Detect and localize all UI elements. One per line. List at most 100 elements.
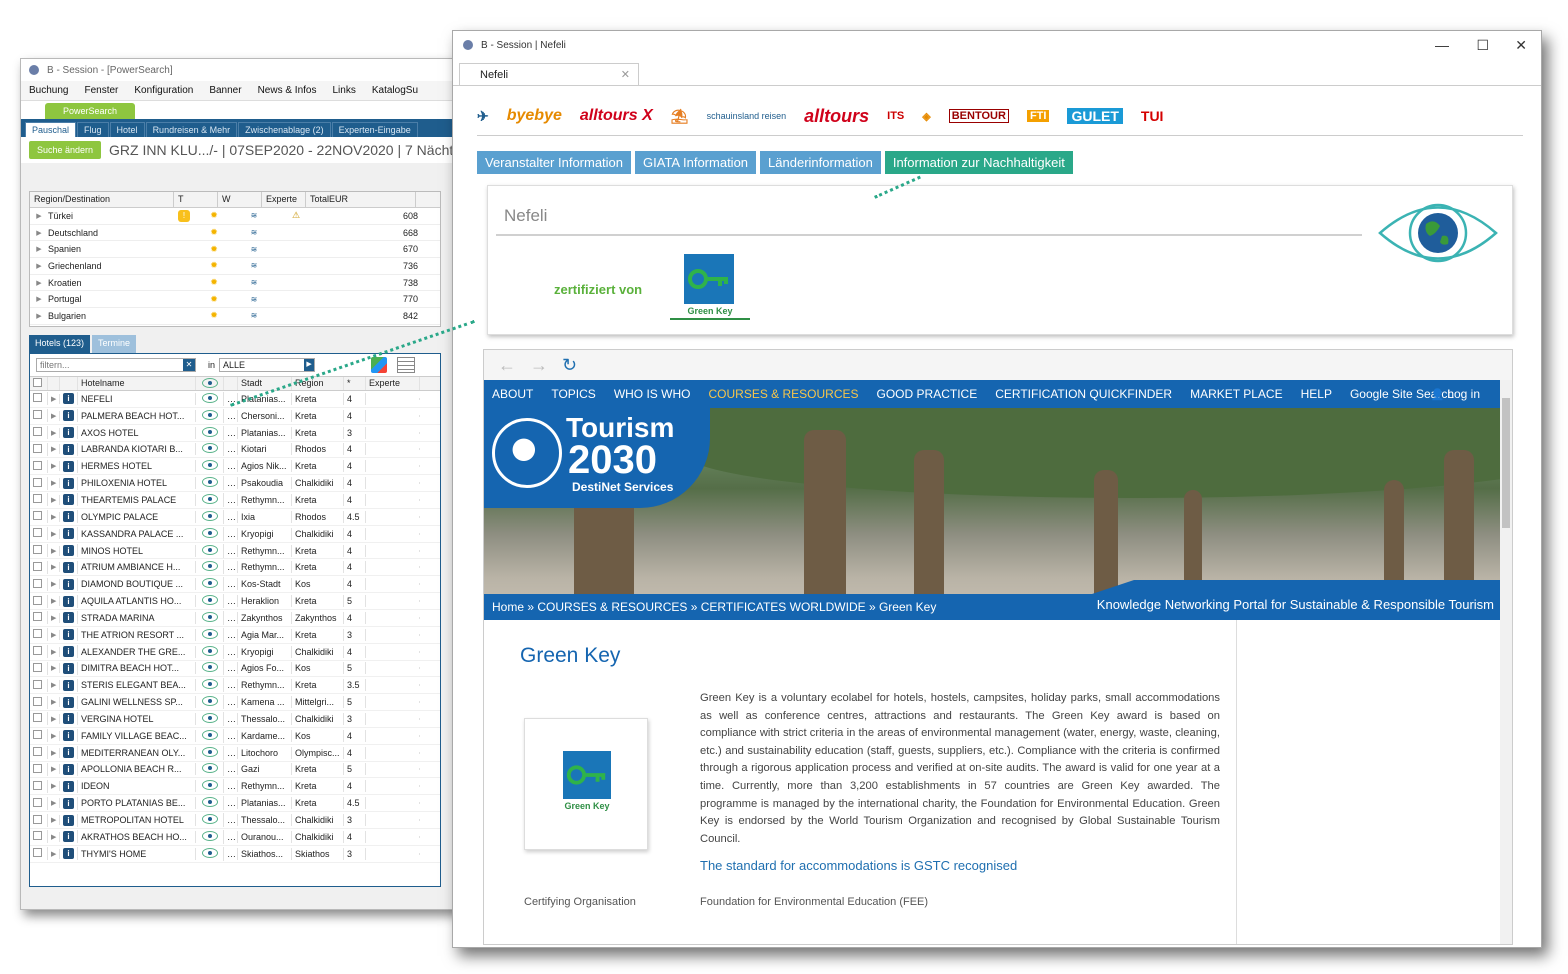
row-checkbox[interactable] — [33, 494, 42, 504]
row-checkbox[interactable] — [33, 612, 42, 622]
logo-schauinsland[interactable]: schauinsland reisen — [707, 111, 787, 121]
table-row[interactable]: ▶ i DIMITRA BEACH HOT... … Agios Fo... Kos 5 — [30, 661, 440, 678]
table-row[interactable]: ▶ i MEDITERRANEAN OLY... … Litochoro Olympisc… — [30, 745, 440, 762]
tab-nachhaltigkeit[interactable]: Information zur Nachhaltigkeit — [884, 151, 1073, 174]
info-icon[interactable]: i — [63, 427, 74, 439]
eye-icon[interactable] — [201, 645, 218, 656]
eye-icon[interactable] — [201, 780, 218, 791]
expand-arrow-icon[interactable]: ▶ — [48, 562, 60, 573]
info-icon[interactable]: i — [63, 511, 74, 523]
info-icon[interactable]: i — [63, 713, 74, 725]
logo-fti[interactable]: FTI — [1026, 110, 1050, 122]
more-icon[interactable]: … — [224, 763, 238, 776]
eye-icon[interactable] — [201, 830, 218, 841]
more-icon[interactable]: … — [224, 409, 238, 422]
logo-byebye[interactable]: byebye — [507, 107, 562, 125]
row-checkbox[interactable] — [33, 595, 42, 605]
col-w[interactable]: W — [218, 192, 262, 207]
info-icon[interactable]: i — [63, 443, 74, 455]
tab-rundreisen[interactable]: Rundreisen & Mehr — [145, 122, 238, 137]
logo-its[interactable]: ITS — [887, 110, 904, 122]
info-icon[interactable]: i — [63, 528, 74, 540]
more-icon[interactable]: … — [224, 729, 238, 742]
more-icon[interactable]: … — [224, 628, 238, 641]
eye-icon[interactable] — [201, 426, 218, 437]
expand-arrow-icon[interactable]: ▶ — [48, 730, 60, 741]
minimize-icon[interactable]: — — [1435, 37, 1449, 53]
tab-giata-info[interactable]: GIATA Information — [635, 151, 757, 174]
row-checkbox[interactable] — [33, 679, 42, 689]
table-row[interactable]: ▶ i VERGINA HOTEL … Thessalo... Chalkidiki 3 — [30, 711, 440, 728]
table-row[interactable]: ▶ i OLYMPIC PALACE … Ixia Rhodos 4.5 — [30, 509, 440, 526]
expand-arrow-icon[interactable]: ▶ — [48, 747, 60, 758]
more-icon[interactable]: … — [224, 696, 238, 709]
more-icon[interactable]: … — [224, 578, 238, 591]
more-icon[interactable]: … — [224, 611, 238, 624]
tab-hotels[interactable]: Hotels (123) — [29, 335, 91, 353]
expand-arrow-icon[interactable]: ▶ — [48, 494, 60, 505]
table-row[interactable]: ▶ i ATRIUM AMBIANCE H... … Rethymn... Kreta 4 — [30, 559, 440, 577]
table-row[interactable]: ▶ i KASSANDRA PALACE ... … Kryopigi Chalkidik… — [30, 526, 440, 543]
table-row[interactable]: ▶ i FAMILY VILLAGE BEAC... … Kardame... Kos 4 — [30, 728, 440, 745]
table-row[interactable]: ▶ i APOLLONIA BEACH R... … Gazi Kreta 5 — [30, 762, 440, 779]
expand-arrow-icon[interactable]: ▶ — [48, 713, 60, 724]
row-checkbox[interactable] — [33, 443, 42, 453]
table-row[interactable]: ▶ i STERIS ELEGANT BEA... … Rethymn... Kreta 3… — [30, 677, 440, 695]
table-row[interactable]: ▶ i AXOS HOTEL … Platanias... Kreta 3 — [30, 425, 440, 442]
column-config-icon[interactable] — [397, 357, 416, 373]
info-icon[interactable]: i — [63, 780, 74, 792]
eye-icon[interactable] — [201, 611, 218, 622]
close-tab-icon[interactable]: ✕ — [621, 68, 630, 81]
eye-icon[interactable] — [201, 729, 218, 740]
col-region-destination[interactable]: Region/Destination — [30, 192, 174, 207]
expand-arrow-icon[interactable]: ▶ — [48, 798, 60, 809]
tab-pauschal[interactable]: Pauschal — [25, 122, 77, 137]
info-icon[interactable]: i — [63, 662, 74, 674]
row-checkbox[interactable] — [33, 730, 42, 740]
expand-arrow-icon[interactable]: ▶ — [48, 444, 60, 455]
gstc-link[interactable]: The standard for accommodations is GSTC … — [700, 858, 1017, 873]
eye-icon[interactable] — [201, 544, 218, 555]
info-icon[interactable]: i — [63, 629, 74, 641]
eye-icon[interactable] — [201, 392, 218, 403]
row-checkbox[interactable] — [33, 646, 42, 656]
more-icon[interactable]: … — [224, 493, 238, 506]
info-icon[interactable]: i — [63, 831, 74, 843]
more-icon[interactable]: … — [224, 847, 238, 860]
tab-experten-eingabe[interactable]: Experten-Eingabe — [331, 122, 418, 137]
more-icon[interactable]: … — [224, 645, 238, 658]
expand-arrow-icon[interactable]: ▶ — [30, 229, 48, 237]
filter-scope-select[interactable]: ALLE ▶ — [219, 358, 316, 372]
more-icon[interactable]: … — [224, 460, 238, 473]
col-hotelname[interactable]: Hotelname — [78, 377, 196, 390]
expand-arrow-icon[interactable]: ▶ — [48, 697, 60, 708]
expand-arrow-icon[interactable]: ▶ — [48, 629, 60, 640]
logo-alltours[interactable]: alltours — [804, 106, 869, 127]
row-checkbox[interactable] — [33, 477, 42, 487]
eye-icon[interactable] — [201, 662, 218, 673]
more-icon[interactable]: … — [224, 477, 238, 490]
tab-termine[interactable]: Termine — [92, 335, 137, 353]
expand-arrow-icon[interactable]: ▶ — [30, 295, 48, 303]
row-checkbox[interactable] — [33, 561, 42, 571]
expand-arrow-icon[interactable]: ▶ — [48, 815, 60, 826]
more-icon[interactable]: … — [224, 510, 238, 523]
more-icon[interactable]: … — [224, 814, 238, 827]
logo-airline[interactable]: ✈ — [477, 108, 489, 125]
eye-icon[interactable] — [201, 561, 218, 572]
menu-fenster[interactable]: Fenster — [84, 85, 118, 96]
info-icon[interactable]: i — [63, 747, 74, 759]
table-row[interactable]: ▶ i AQUILA ATLANTIS HO... … Heraklion Kreta 5 — [30, 593, 440, 610]
expand-arrow-icon[interactable]: ▶ — [48, 764, 60, 775]
row-checkbox[interactable] — [33, 545, 42, 555]
menu-konfiguration[interactable]: Konfiguration — [134, 85, 193, 96]
forward-arrow-icon[interactable]: → — [530, 355, 548, 376]
row-checkbox[interactable] — [33, 747, 42, 757]
row-checkbox[interactable] — [33, 797, 42, 807]
info-icon[interactable]: i — [63, 494, 74, 506]
expand-arrow-icon[interactable]: ▶ — [48, 646, 60, 657]
more-icon[interactable]: … — [224, 662, 238, 675]
more-icon[interactable]: … — [224, 830, 238, 843]
info-icon[interactable]: i — [63, 545, 74, 557]
expand-arrow-icon[interactable]: ▶ — [48, 848, 60, 859]
